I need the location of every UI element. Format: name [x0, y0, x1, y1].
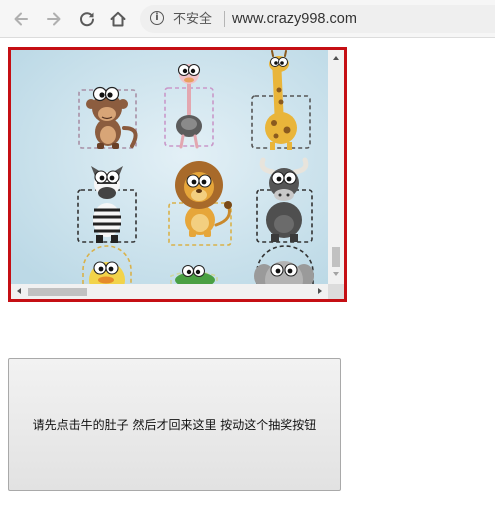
security-label: 不安全	[173, 11, 213, 26]
horizontal-scrollbar[interactable]	[11, 284, 328, 299]
scroll-up-icon[interactable]	[333, 56, 339, 60]
address-divider	[224, 11, 225, 27]
browser-toolbar: i 不安全 www.crazy998.com	[0, 0, 495, 38]
info-icon[interactable]: i	[150, 11, 164, 25]
scroll-left-icon[interactable]	[17, 288, 21, 294]
home-icon[interactable]	[107, 8, 129, 30]
scroll-down-icon[interactable]	[333, 272, 339, 276]
scroll-right-icon[interactable]	[318, 288, 322, 294]
back-arrow-icon[interactable]	[10, 8, 32, 30]
horizontal-scroll-thumb[interactable]	[28, 288, 87, 296]
url-text[interactable]: www.crazy998.com	[232, 9, 357, 29]
forward-arrow-icon[interactable]	[43, 8, 65, 30]
vertical-scrollbar[interactable]	[328, 50, 344, 284]
vertical-scroll-thumb[interactable]	[332, 247, 340, 267]
animal-grid-viewport[interactable]	[11, 50, 328, 284]
scrollbar-corner	[328, 284, 344, 299]
reload-icon[interactable]	[76, 8, 98, 30]
lottery-button[interactable]: 请先点击牛的肚子 然后才回来这里 按动这个抽奖按钮	[8, 358, 341, 491]
animal-frame	[8, 47, 347, 302]
